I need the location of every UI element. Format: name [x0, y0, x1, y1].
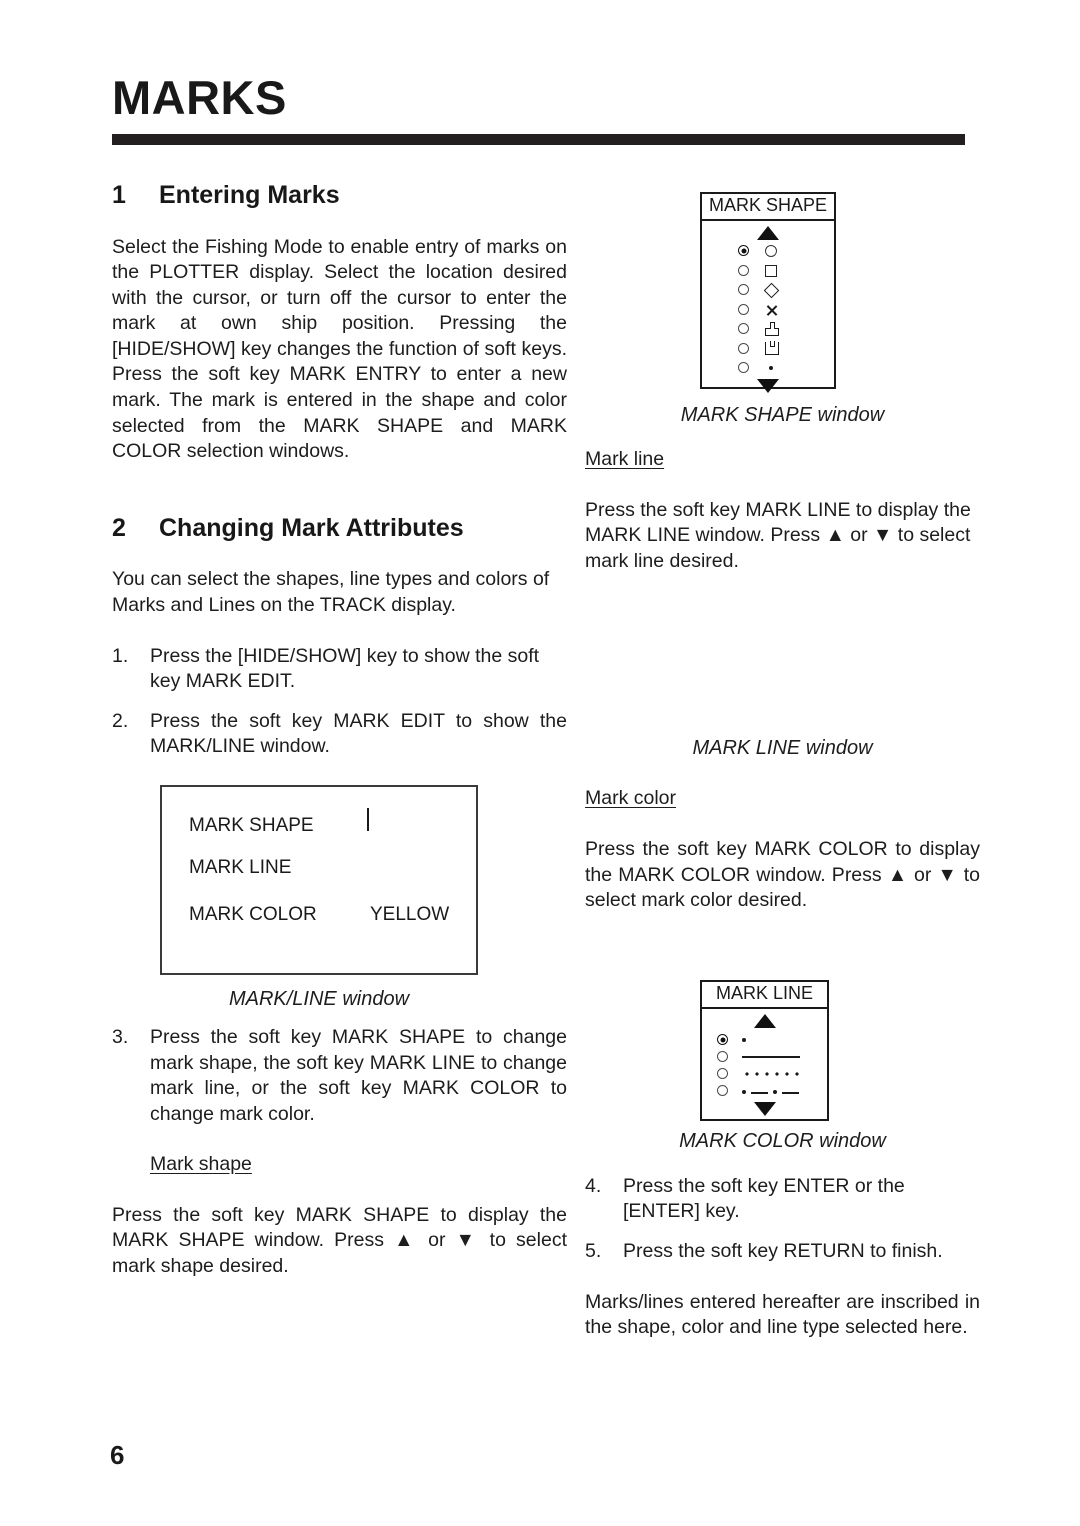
- closing-paragraph: Marks/lines entered hereafter are inscri…: [585, 1290, 980, 1339]
- section-heading-entering-marks: 1 Entering Marks: [112, 181, 567, 210]
- list-item[interactable]: [738, 301, 798, 318]
- section-number: 1: [112, 181, 126, 209]
- markline-row-label: MARK COLOR: [189, 903, 317, 925]
- section-title: Entering Marks: [159, 181, 340, 209]
- radio-icon[interactable]: [738, 303, 749, 315]
- radio-icon[interactable]: [738, 264, 749, 276]
- title-divider: [112, 134, 965, 145]
- markline-row-value-color: YELLOW: [370, 903, 450, 925]
- mark-shape-window: MARK SHAPE: [700, 192, 836, 393]
- subheading-mark-shape: Mark shape: [150, 1153, 252, 1176]
- list-item-number: 4.: [585, 1174, 602, 1197]
- radio-selected-icon[interactable]: [738, 245, 749, 257]
- right-column: MARK SHAPE MARK SHAPE window Mark line P…: [585, 182, 980, 1341]
- window-title: MARK SHAPE: [702, 194, 834, 221]
- markline-row-label: MARK SHAPE: [189, 814, 314, 836]
- figure-caption: MARK/LINE window: [228, 987, 410, 1010]
- list-item-number: 5.: [585, 1239, 602, 1262]
- list-item-number: 2.: [112, 709, 129, 732]
- list-item[interactable]: [738, 320, 798, 337]
- scroll-up-icon[interactable]: [757, 225, 779, 240]
- section-number: 2: [112, 513, 126, 542]
- list-item: 5. Press the soft key RETURN to finish.: [585, 1239, 980, 1265]
- list-item[interactable]: [738, 242, 798, 259]
- document-page: MARKS 1 Entering Marks Select the Fishin…: [0, 0, 1080, 1526]
- entering-marks-body: Select the Fishing Mode to enable entry …: [112, 235, 567, 463]
- radio-icon[interactable]: [738, 323, 749, 335]
- mark-shape-figure: MARK SHAPE MARK SHAPE window: [585, 182, 980, 447]
- markline-row-value-shape: [367, 807, 369, 831]
- flag-up-icon: [763, 320, 780, 337]
- markline-window: MARK SHAPE MARK LINE MARK COLOR YELLOW: [160, 784, 478, 975]
- list-item-number: 1.: [112, 644, 129, 667]
- list-item[interactable]: [738, 340, 798, 357]
- diamond-icon: [367, 807, 369, 831]
- window-body: [702, 221, 834, 397]
- square-icon: [763, 262, 780, 279]
- radio-icon[interactable]: [738, 284, 749, 296]
- list-item-text: Press the soft key ENTER or the [ENTER] …: [623, 1174, 905, 1223]
- radio-icon[interactable]: [738, 362, 749, 374]
- subheading-mark-line: Mark line: [585, 448, 665, 470]
- list-item[interactable]: [738, 281, 798, 298]
- dot-icon: [763, 359, 780, 376]
- list-item-text: Press the soft key MARK SHAPE to change …: [150, 1025, 567, 1125]
- mark-color-figure: MARK COLOR RED YELLOW: [585, 914, 980, 1174]
- left-column: 1 Entering Marks Select the Fishing Mode…: [112, 181, 567, 1280]
- changing-attributes-intro: You can select the shapes, line types an…: [112, 568, 550, 616]
- radio-icon[interactable]: [738, 342, 749, 354]
- section-heading-changing-attributes: 2 Changing Mark Attributes: [112, 513, 567, 543]
- mark-color-body: Press the soft key MARK COLOR to display…: [585, 837, 980, 912]
- flag-down-icon: [763, 340, 780, 357]
- list-item-text: Press the soft key MARK EDIT to show the…: [150, 709, 567, 758]
- list-item: 3. Press the soft key MARK SHAPE to chan…: [112, 1025, 567, 1127]
- figure-caption: MARK LINE window: [692, 737, 873, 760]
- circle-icon: [763, 242, 780, 259]
- list-item[interactable]: [738, 359, 798, 376]
- section-title: Changing Mark Attributes: [159, 513, 464, 542]
- page-number: 6: [110, 1440, 125, 1470]
- mark-line-figure: MARK LINE MARK LINE window: [585, 574, 980, 1122]
- list-item-text: Press the soft key RETURN to finish.: [623, 1239, 943, 1262]
- markline-row-label: MARK LINE: [189, 856, 292, 878]
- list-item[interactable]: [738, 262, 798, 279]
- diamond-icon: [763, 281, 780, 298]
- mark-line-body: Press the soft key MARK LINE to display …: [585, 498, 971, 572]
- list-item: 1. Press the [HIDE/SHOW] key to show the…: [112, 644, 567, 695]
- list-item-text: Press the [HIDE/SHOW] key to show the so…: [150, 644, 540, 693]
- page-title: MARKS: [112, 71, 287, 124]
- list-item: 4. Press the soft key ENTER or the [ENTE…: [585, 1174, 980, 1225]
- markline-figure: MARK SHAPE MARK LINE MARK COLOR YELLOW M…: [112, 784, 567, 1025]
- subheading-mark-color: Mark color: [585, 787, 677, 810]
- figure-caption: MARK COLOR window: [679, 1129, 886, 1152]
- figure-caption: MARK SHAPE window: [680, 404, 885, 426]
- cross-icon: [763, 301, 780, 318]
- scroll-down-icon[interactable]: [757, 378, 779, 393]
- list-item: 2. Press the soft key MARK EDIT to show …: [112, 709, 567, 760]
- mark-shape-body: Press the soft key MARK SHAPE to display…: [112, 1203, 567, 1278]
- list-item-number: 3.: [112, 1025, 129, 1048]
